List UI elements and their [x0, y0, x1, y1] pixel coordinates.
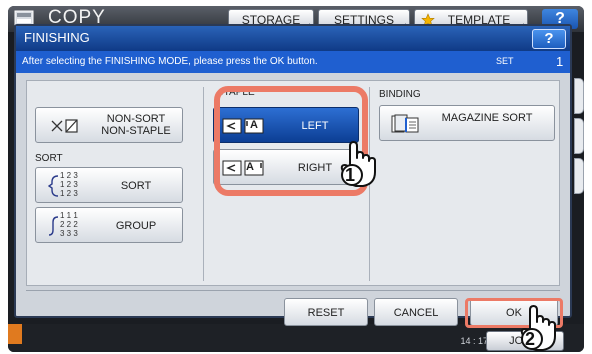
- sort-icon-row: 1 2 3: [60, 180, 78, 189]
- set-count: 1: [556, 54, 564, 69]
- step-2-number: 2: [525, 329, 536, 349]
- clock: 14 : 17: [460, 336, 488, 346]
- magazine-sort-label: MAGAZINE SORT: [441, 112, 533, 124]
- dialog-help-button[interactable]: ?: [532, 29, 566, 49]
- non-sort-icon: [51, 119, 78, 133]
- non-sort-non-staple-button[interactable]: NON-SORT NON-STAPLE: [35, 107, 183, 143]
- button-row-divider: [26, 290, 560, 291]
- sort-button[interactable]: 1 2 3 1 2 3 1 2 3 SORT: [35, 167, 183, 203]
- message-bar: After selecting the FINISHING MODE, plea…: [16, 51, 570, 73]
- non-sort-label: NON-SORT: [106, 113, 166, 125]
- dialog-title-bar: FINISHING ?: [16, 26, 570, 51]
- sort-icon-row: 1 2 3: [60, 171, 78, 180]
- sort-bracket-icon: [48, 175, 59, 197]
- group-icon-numbers: 1 1 1 2 2 2 3 3 3: [60, 211, 80, 238]
- group-icon-row: 3 3 3: [60, 229, 78, 238]
- status-indicator: [8, 324, 22, 344]
- background-side-tabs: [574, 78, 584, 228]
- sort-icon-row: 1 2 3: [60, 189, 78, 198]
- divider: [203, 87, 204, 281]
- binding-group-label: BINDING: [379, 89, 421, 100]
- side-tab: [574, 158, 584, 194]
- instruction-message: After selecting the FINISHING MODE, plea…: [22, 56, 318, 67]
- reset-label: RESET: [307, 307, 345, 319]
- group-icon-row: 2 2 2: [60, 220, 78, 229]
- magazine-sort-icon: [391, 114, 419, 133]
- cancel-label: CANCEL: [393, 307, 439, 319]
- pointing-hand-icon: [520, 305, 556, 351]
- non-staple-label: NON-STAPLE: [101, 125, 171, 137]
- sort-label: SORT: [120, 180, 152, 192]
- step-1-number: 1: [345, 165, 356, 185]
- side-tab: [574, 118, 584, 154]
- sort-group-label: SORT: [35, 153, 63, 164]
- sort-icon-numbers: 1 2 3 1 2 3 1 2 3: [60, 171, 80, 198]
- side-tab: [574, 78, 584, 114]
- group-icon-row: 1 1 1: [60, 211, 78, 220]
- magazine-sort-button[interactable]: MAGAZINE SORT: [379, 105, 555, 141]
- group-bracket-icon: [48, 216, 59, 236]
- group-button[interactable]: 1 1 1 2 2 2 3 3 3 GROUP: [35, 207, 183, 243]
- group-label: GROUP: [115, 220, 157, 232]
- set-label: SET: [496, 56, 514, 66]
- reset-button[interactable]: RESET: [284, 298, 368, 326]
- cancel-button[interactable]: CANCEL: [374, 298, 458, 326]
- pointing-hand-icon: [340, 141, 376, 187]
- dialog-title: FINISHING: [24, 30, 90, 45]
